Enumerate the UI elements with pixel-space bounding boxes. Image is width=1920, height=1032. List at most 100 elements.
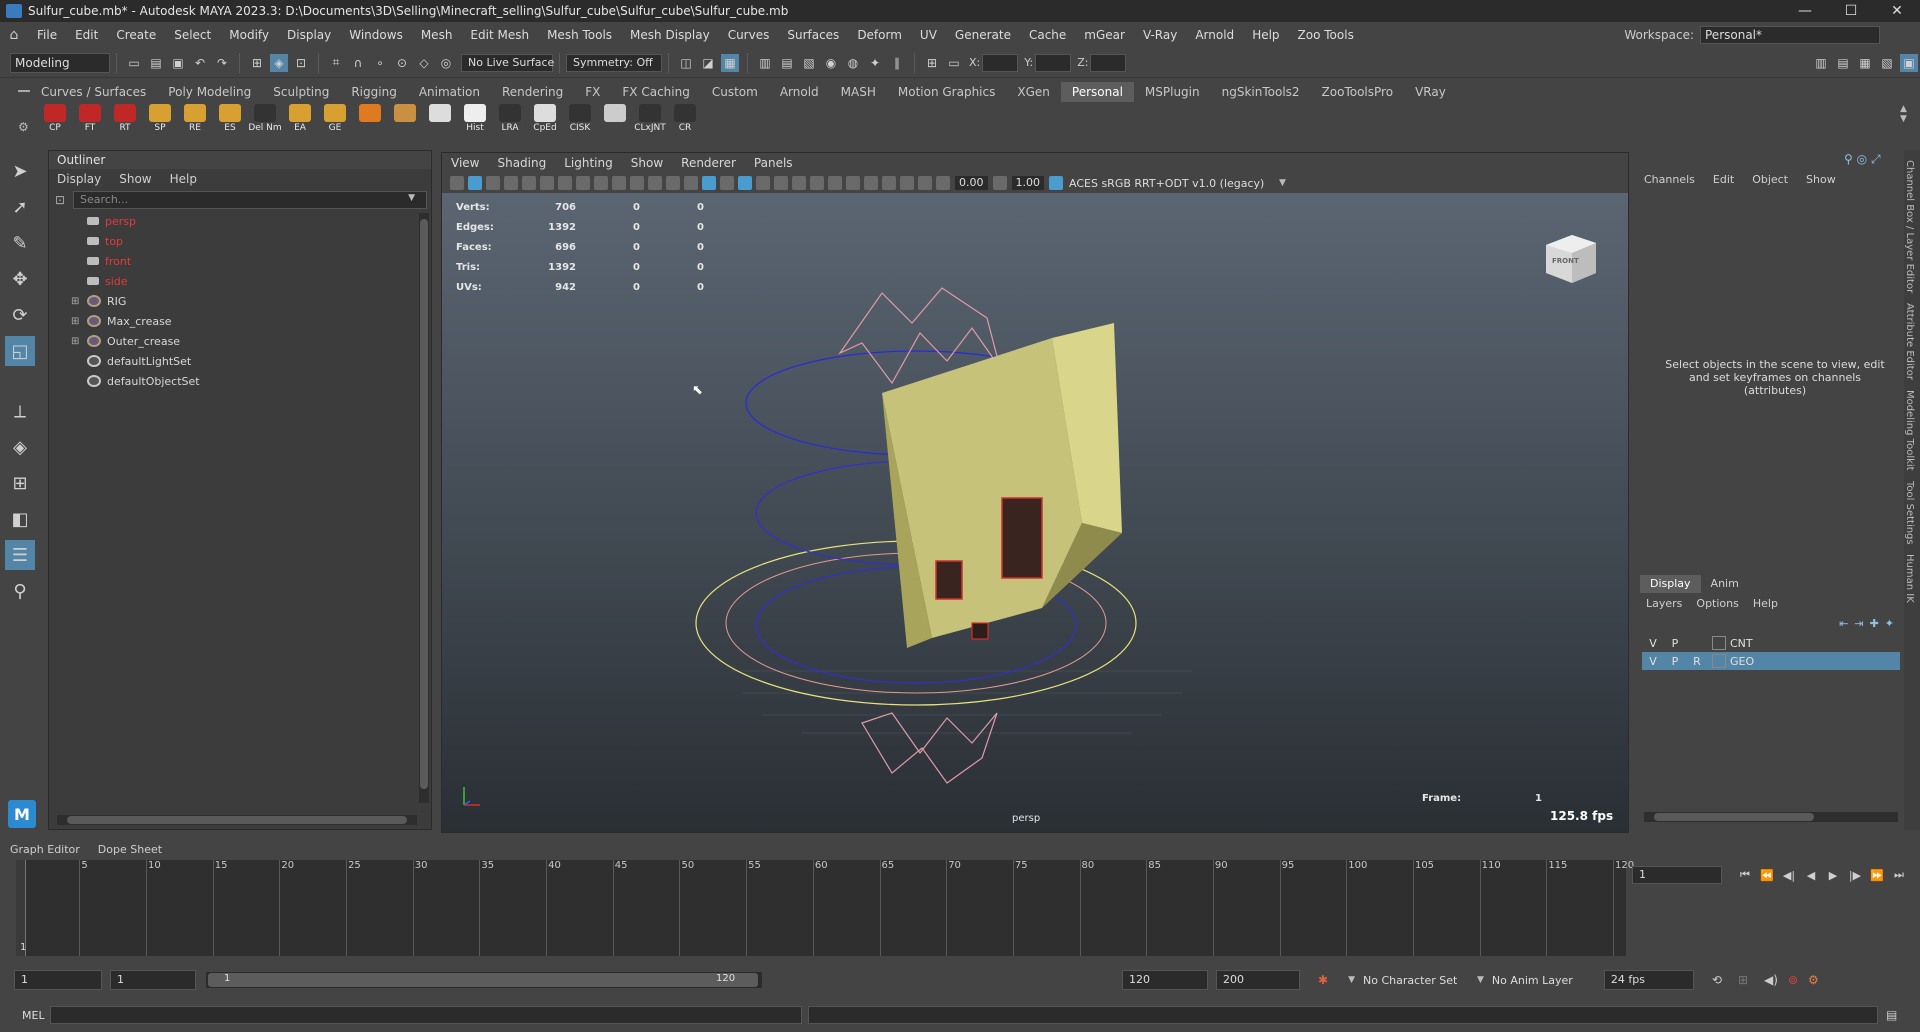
outliner-menu-display[interactable]: Display (57, 172, 101, 186)
scroll-thumb[interactable] (420, 219, 428, 789)
viewport-menu-renderer[interactable]: Renderer (672, 156, 745, 170)
outliner-search-input[interactable]: Search... (73, 191, 427, 209)
shelf-tab-sculpting[interactable]: Sculpting (262, 82, 340, 102)
shelf-tab-fx[interactable]: FX (574, 82, 611, 102)
grease-pencil-icon[interactable] (540, 176, 554, 190)
safe-action-icon[interactable] (648, 176, 662, 190)
film-gate-icon[interactable] (576, 176, 590, 190)
bookmark-icon[interactable] (486, 176, 500, 190)
last-tool-icon[interactable]: ⟂ (5, 396, 35, 426)
outliner-item[interactable]: side (49, 271, 431, 291)
shelf-tab-ngskintools2[interactable]: ngSkinTools2 (1211, 82, 1311, 102)
viewport-menu-panels[interactable]: Panels (745, 156, 802, 170)
shelf-tab-poly-modeling[interactable]: Poly Modeling (157, 82, 262, 102)
shelf-button-ge[interactable]: GE (320, 104, 350, 133)
channel-box-menu-show[interactable]: Show (1806, 173, 1836, 186)
go-to-start-icon[interactable]: ⏮ (1738, 868, 1752, 882)
shelf-tab-personal[interactable]: Personal (1060, 82, 1134, 102)
shelf-button-re[interactable]: RE (180, 104, 210, 133)
maximize-button[interactable]: ☐ (1828, 3, 1874, 19)
scroll-thumb[interactable] (1654, 813, 1814, 821)
chevron-down-icon[interactable]: ▼ (1477, 975, 1484, 985)
playback-start-field[interactable]: 1 (110, 970, 196, 990)
step-back-frame-icon[interactable]: ◀| (1782, 869, 1796, 882)
outliner-item[interactable]: top (49, 231, 431, 251)
menu-uv[interactable]: UV (911, 28, 946, 42)
single-perspective-icon[interactable]: ◈ (5, 432, 35, 462)
layer-tab-display[interactable]: Display (1640, 575, 1701, 593)
menu-windows[interactable]: Windows (340, 28, 412, 42)
scene-start-field[interactable]: 1 (14, 970, 102, 990)
link-icon[interactable]: ◎ (1857, 152, 1867, 166)
chevron-down-icon[interactable]: ▼ (1279, 178, 1286, 188)
anim-layer-dropdown[interactable]: No Anim Layer (1492, 974, 1592, 987)
select-component-icon[interactable]: ⊡ (292, 54, 310, 72)
preferences-icon[interactable]: ⚙ (1808, 973, 1819, 987)
outliner-item[interactable]: front (49, 251, 431, 271)
safe-title-icon[interactable] (666, 176, 680, 190)
smooth-shade-icon[interactable] (702, 176, 716, 190)
gamma-field[interactable]: 1.00 (1011, 176, 1044, 190)
select-hierarchy-icon[interactable]: ⊞ (248, 54, 266, 72)
outliner-item[interactable]: ⊞ Max_crease (49, 311, 431, 331)
paint-select-icon[interactable]: ✎ (5, 228, 35, 258)
expand-icon[interactable]: ⊞ (71, 316, 85, 327)
layer-menu-layers[interactable]: Layers (1646, 597, 1682, 610)
open-scene-icon[interactable]: ▤ (147, 54, 165, 72)
layer-playback-toggle[interactable]: P (1664, 655, 1686, 668)
menu-mesh-tools[interactable]: Mesh Tools (538, 28, 621, 42)
render-view-icon[interactable]: ◉ (822, 54, 840, 72)
construction-history-icon[interactable]: ▦ (721, 53, 739, 72)
new-scene-icon[interactable]: ▭ (125, 54, 143, 72)
new-layer-icon[interactable]: ✚ (1870, 617, 1879, 630)
outliner-item[interactable]: ⊞ Outer_crease (49, 331, 431, 351)
shelf-tab-animation[interactable]: Animation (408, 82, 491, 102)
range-slider-bar[interactable] (208, 973, 758, 987)
lasso-tool-icon[interactable]: ➚ (5, 192, 35, 222)
render-settings-icon[interactable]: ▥ (756, 54, 774, 72)
use-all-lights-icon[interactable] (756, 176, 770, 190)
minimize-button[interactable]: — (1782, 3, 1828, 19)
shelf-tab-motion-graphics[interactable]: Motion Graphics (887, 82, 1007, 102)
pause-icon[interactable]: ∥ (888, 54, 906, 72)
layer-editor-toggle-icon[interactable]: ▣ (1900, 53, 1918, 72)
menu-deform[interactable]: Deform (848, 28, 911, 42)
script-language-label[interactable]: MEL (0, 1009, 50, 1022)
resolution-gate-icon[interactable] (594, 176, 608, 190)
channel-box-toggle-icon[interactable]: ▧ (1878, 54, 1896, 72)
snap-grid-icon[interactable]: ⌗ (327, 54, 345, 72)
shelf-button-cr[interactable]: CR (670, 104, 700, 133)
gate-mask-icon[interactable] (612, 176, 626, 190)
scene-end-field[interactable]: 200 (1216, 970, 1300, 990)
relative-mode-icon[interactable]: ▭ (945, 54, 963, 72)
side-tab-modeling-toolkit[interactable]: Modeling Toolkit (1904, 390, 1915, 471)
sound-icon[interactable]: ◀) (1764, 973, 1778, 987)
layer-playback-toggle[interactable]: P (1664, 637, 1686, 650)
shelf-scroll-icon[interactable]: ▲ ▼ (1900, 104, 1907, 124)
viewport-menu-shading[interactable]: Shading (488, 156, 555, 170)
menu-modify[interactable]: Modify (220, 28, 278, 42)
exposure-field[interactable]: 0.00 (955, 176, 988, 190)
snap-curve-icon[interactable]: ∩ (349, 54, 367, 72)
play-forwards-icon[interactable]: ▶ (1826, 869, 1840, 882)
shelf-button-cped[interactable]: CpEd (530, 104, 560, 133)
anti-aliasing-icon[interactable] (828, 176, 842, 190)
shelf-tab-xgen[interactable]: XGen (1006, 82, 1061, 102)
move-tool-icon[interactable]: ✥ (5, 264, 35, 294)
scale-tool-icon[interactable]: ◱ (5, 336, 35, 366)
layer-row[interactable]: V P CNT (1642, 634, 1900, 652)
cache-icon[interactable]: ⊞ (1738, 973, 1748, 987)
layer-visibility-toggle[interactable]: V (1642, 655, 1664, 668)
menu-edit[interactable]: Edit (66, 28, 107, 42)
time-slider[interactable]: 5 10 15 20 25 30 35 40 45 50 55 60 65 70 75 80 85 90 95 100… (16, 860, 1634, 956)
layer-menu-help[interactable]: Help (1753, 597, 1778, 610)
expand-icon[interactable]: ⊞ (71, 296, 85, 307)
shadows-icon[interactable] (774, 176, 788, 190)
layer-menu-options[interactable]: Options (1696, 597, 1738, 610)
layer-reference-toggle[interactable]: R (1686, 655, 1708, 668)
side-tab-human-ik[interactable]: Human IK (1904, 554, 1915, 603)
lock-camera-icon[interactable] (468, 176, 482, 190)
menu-arnold[interactable]: Arnold (1186, 28, 1243, 42)
step-back-key-icon[interactable]: ⏪ (1760, 869, 1774, 882)
menu-zoo-tools[interactable]: Zoo Tools (1289, 28, 1363, 42)
